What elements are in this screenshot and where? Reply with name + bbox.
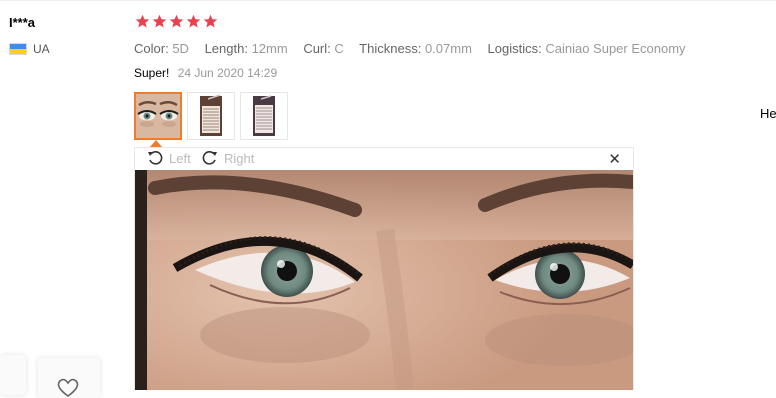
star-icon bbox=[203, 14, 218, 28]
wishlist-card[interactable] bbox=[38, 358, 100, 398]
thumbnail-lash-tray-1[interactable] bbox=[187, 92, 235, 140]
star-icon bbox=[152, 14, 167, 28]
rotate-right-label: Right bbox=[224, 150, 255, 166]
lash-tray-photo-thumbnail bbox=[188, 93, 234, 139]
star-icon bbox=[169, 14, 184, 28]
reviewer-name: I***a bbox=[9, 15, 36, 30]
rotate-left-icon bbox=[148, 151, 163, 165]
eyes-photo-thumbnail bbox=[136, 94, 180, 138]
star-icon bbox=[186, 14, 201, 28]
attr-thickness-value: 0.07mm bbox=[424, 41, 472, 56]
star-rating bbox=[135, 14, 218, 29]
attr-length-key: Length: bbox=[204, 41, 248, 56]
viewer-toolbar: Left Right ✕ bbox=[135, 148, 633, 170]
close-viewer-button[interactable]: ✕ bbox=[608, 150, 621, 168]
attr-thickness-key: Thickness: bbox=[359, 41, 422, 56]
review-body: Super! 24 Jun 2020 14:29 bbox=[134, 66, 277, 80]
review-thumbnails bbox=[134, 92, 288, 140]
review-photo-eyes bbox=[135, 170, 633, 390]
star-icon bbox=[135, 14, 150, 28]
reviewer-info: I***a UA bbox=[9, 15, 50, 56]
attr-color-key: Color: bbox=[134, 41, 169, 56]
attr-logistics-key: Logistics: bbox=[487, 41, 542, 56]
attr-curl-key: Curl: bbox=[303, 41, 331, 56]
attr-logistics-value: Cainiao Super Economy bbox=[545, 41, 686, 56]
thumbnail-lash-tray-2[interactable] bbox=[240, 92, 288, 140]
thumbnail-eyes[interactable] bbox=[134, 92, 182, 140]
rotate-right-button[interactable]: Right bbox=[202, 150, 254, 166]
ukraine-flag-icon bbox=[9, 43, 27, 55]
top-divider bbox=[0, 0, 776, 1]
rotate-left-button[interactable]: Left bbox=[147, 150, 191, 166]
attr-color-value: 5D bbox=[172, 41, 189, 56]
country-code: UA bbox=[33, 42, 50, 56]
floating-card[interactable] bbox=[0, 355, 26, 395]
active-thumbnail-pointer bbox=[150, 140, 162, 147]
image-viewer: Left Right ✕ bbox=[134, 147, 634, 390]
product-attributes: Color: 5D Length: 12mm Curl: C Thickness… bbox=[134, 41, 698, 56]
rotate-left-label: Left bbox=[169, 150, 191, 166]
heart-icon bbox=[57, 378, 79, 397]
lash-tray-photo-thumbnail bbox=[241, 93, 287, 139]
rotate-right-icon bbox=[202, 151, 217, 165]
reviewer-country: UA bbox=[9, 42, 69, 56]
review-date: 24 Jun 2020 14:29 bbox=[177, 66, 278, 80]
attr-curl-value: C bbox=[334, 41, 344, 56]
attr-length-value: 12mm bbox=[251, 41, 288, 56]
review-text: Super! bbox=[134, 66, 170, 80]
side-text: He bbox=[760, 106, 776, 121]
